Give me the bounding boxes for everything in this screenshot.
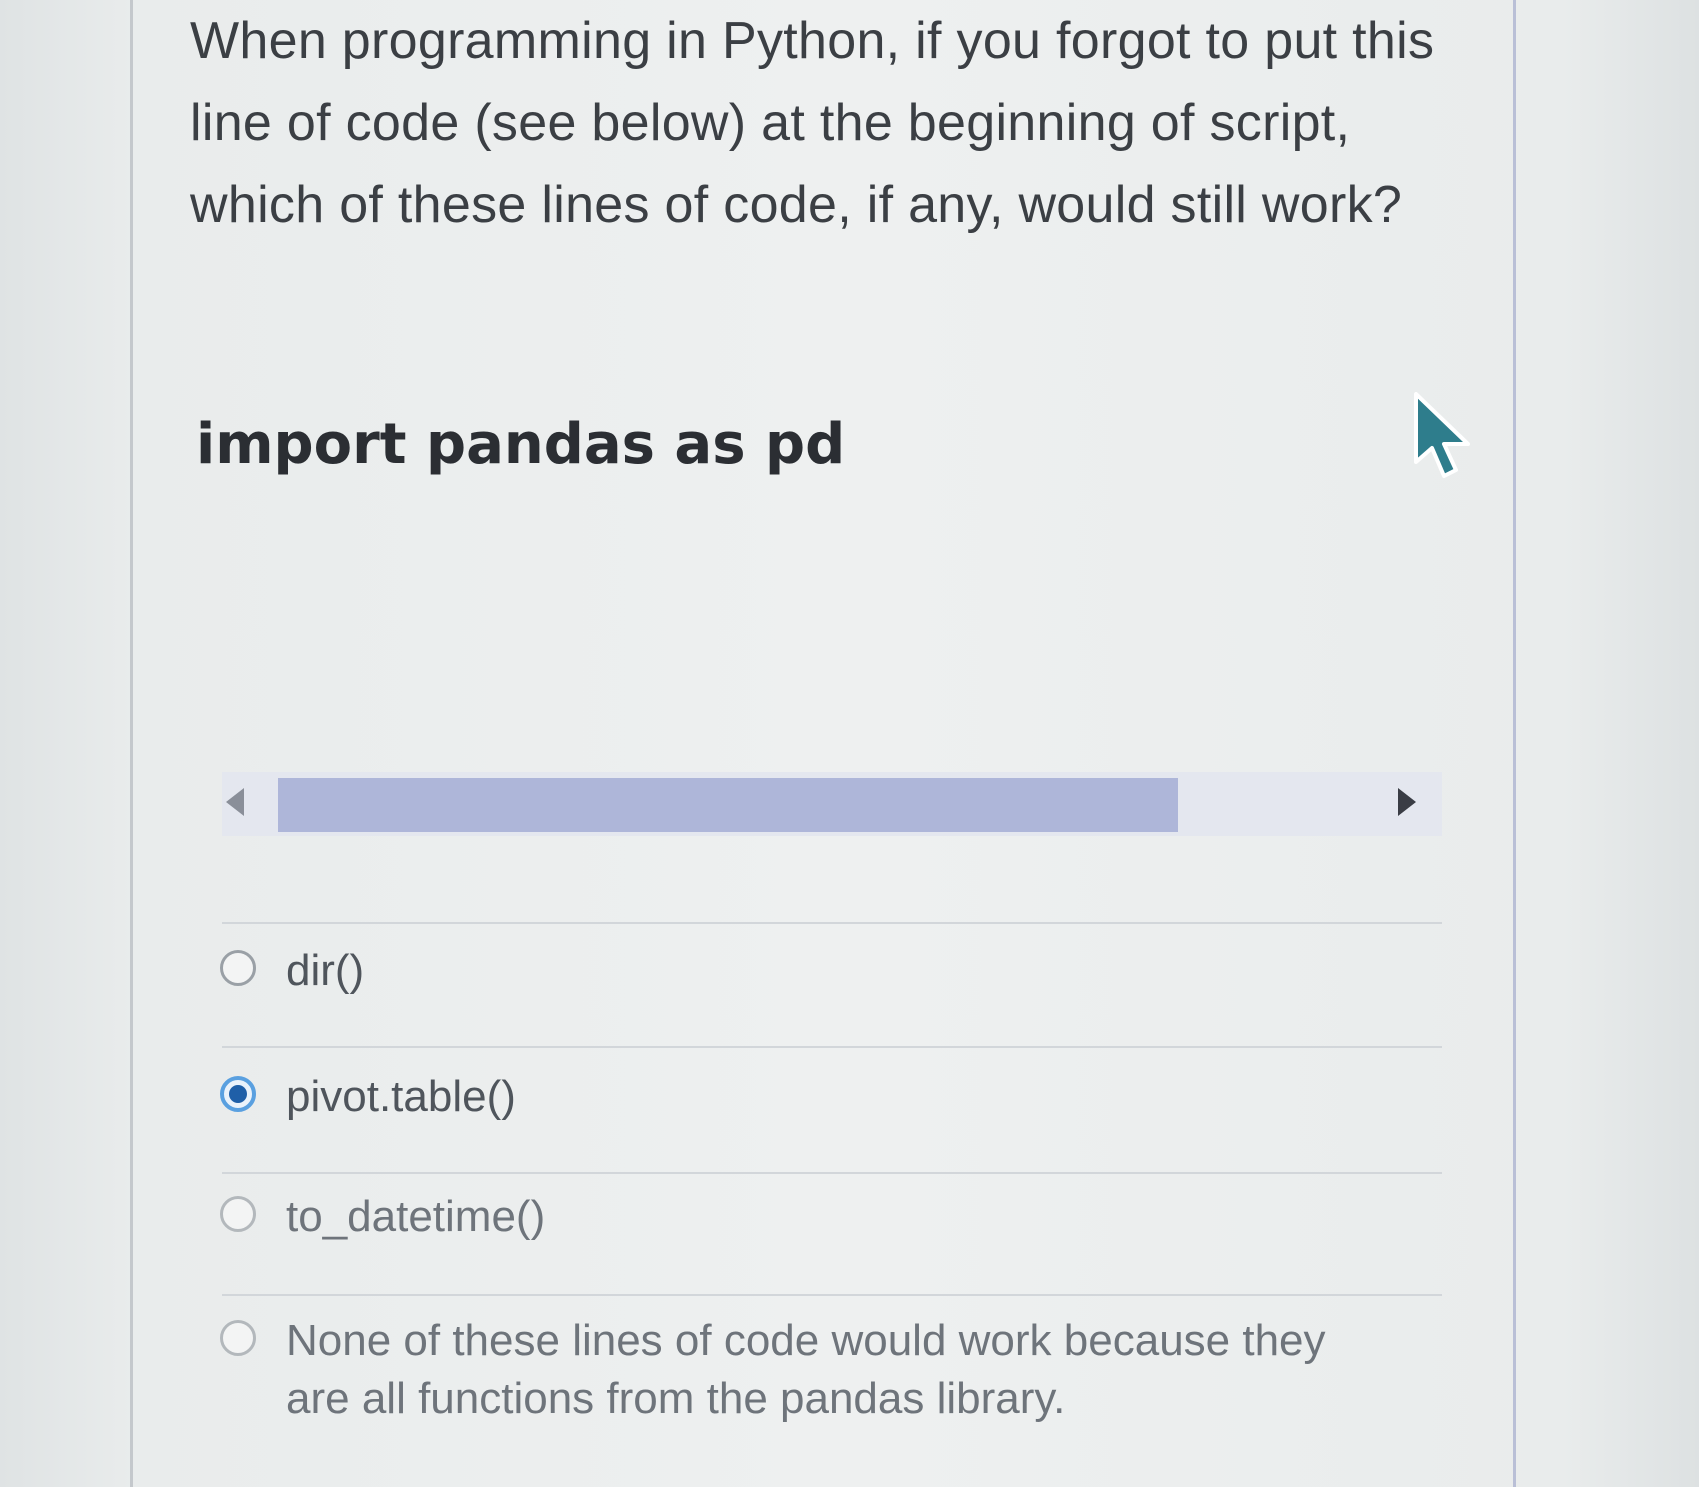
quiz-page: When programming in Python, if you forgo… [0, 0, 1699, 1487]
question-line-3: which of these lines of code, if any, wo… [190, 176, 1403, 234]
option-label: dir() [286, 946, 365, 995]
question-text: When programming in Python, if you forgo… [190, 0, 1490, 246]
content-right-border [1513, 0, 1516, 1487]
scroll-right-arrow-icon[interactable] [1398, 788, 1416, 816]
question-line-2: line of code (see below) at the beginnin… [190, 94, 1351, 152]
radio-button[interactable] [220, 1196, 256, 1232]
option-label: to_datetime() [286, 1192, 546, 1241]
option-divider [222, 1046, 1442, 1048]
scrollbar-thumb[interactable] [278, 778, 1178, 832]
option-pivot-table[interactable]: pivot.table() [220, 1068, 516, 1126]
option-label: pivot.table() [286, 1072, 516, 1121]
option-to-datetime[interactable]: to_datetime() [220, 1188, 545, 1246]
horizontal-scrollbar[interactable] [222, 772, 1442, 836]
radio-button-selected[interactable] [220, 1076, 256, 1112]
option-label-line-2: are all functions from the pandas librar… [286, 1374, 1066, 1423]
option-dir[interactable]: dir() [220, 942, 364, 1000]
option-none[interactable]: None of these lines of code would work b… [220, 1312, 1326, 1428]
radio-button[interactable] [220, 950, 256, 986]
code-snippet: import pandas as pd [196, 412, 846, 477]
option-label: None of these lines of code would work b… [286, 1312, 1326, 1428]
mouse-cursor-icon [1414, 392, 1470, 478]
option-label-line-1: None of these lines of code would work b… [286, 1316, 1326, 1365]
option-divider [222, 1172, 1442, 1174]
radio-button[interactable] [220, 1320, 256, 1356]
content-left-border [130, 0, 133, 1487]
question-line-1: When programming in Python, if you forgo… [190, 12, 1435, 70]
option-divider [222, 1294, 1442, 1296]
scroll-left-arrow-icon[interactable] [226, 788, 244, 816]
option-divider [222, 922, 1442, 924]
